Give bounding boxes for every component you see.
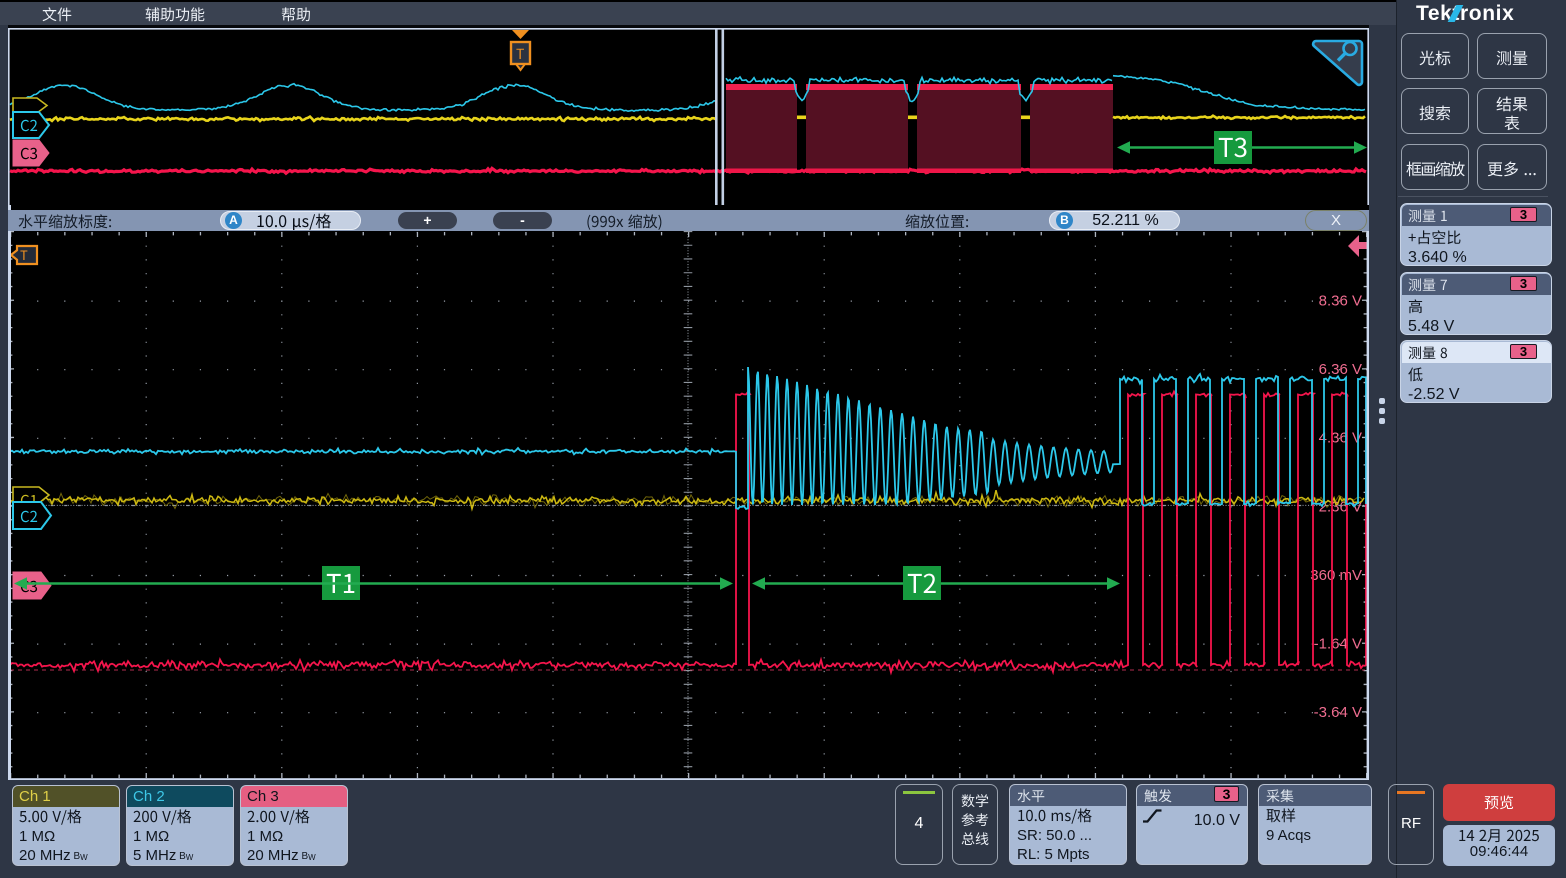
svg-text:360 mV: 360 mV [1310, 567, 1362, 584]
svg-text:2.36 V: 2.36 V [1319, 498, 1362, 515]
svg-text:-1.64 V: -1.64 V [1314, 636, 1362, 653]
svg-text:-3.64 V: -3.64 V [1314, 704, 1362, 721]
svg-text:6.36 V: 6.36 V [1319, 361, 1362, 378]
svg-text:8.36 V: 8.36 V [1319, 293, 1362, 310]
svg-text:4.36 V: 4.36 V [1319, 430, 1362, 447]
